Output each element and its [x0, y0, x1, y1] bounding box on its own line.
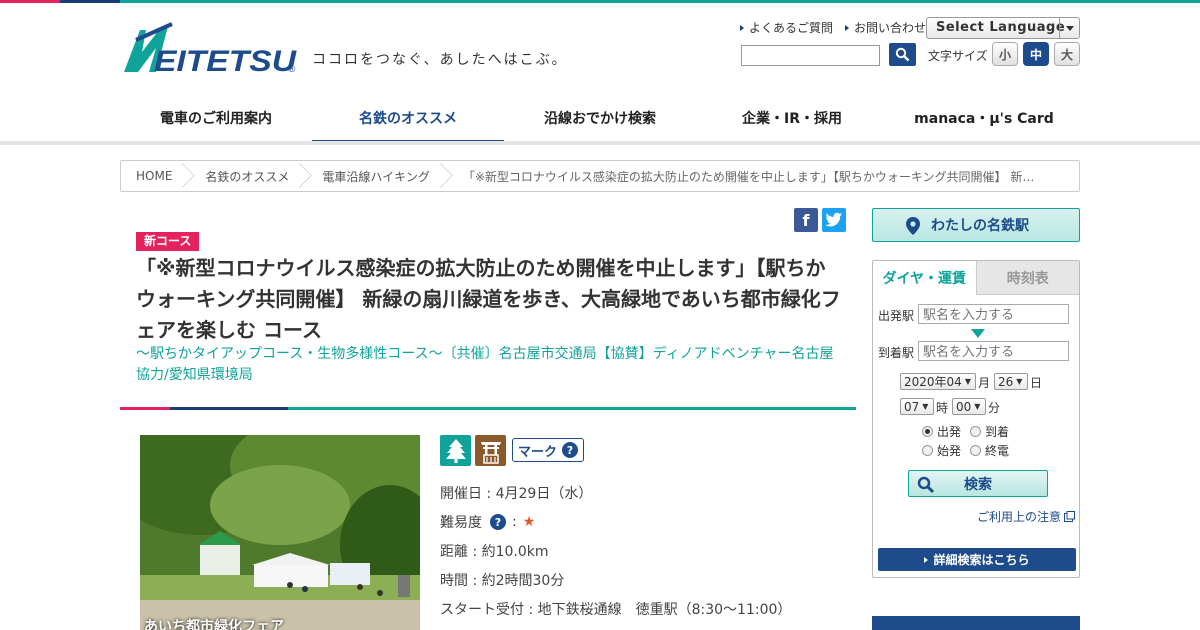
radio-first-train[interactable]: 始発	[922, 442, 961, 459]
mark-help-button[interactable]: マーク?	[512, 438, 584, 462]
gnav-divider	[0, 141, 1200, 145]
route-search-panel: ダイヤ・運賃 時刻表 出発駅 到着駅 2020年04 月 26 日 07 時 0…	[872, 260, 1080, 578]
minute-unit: 分	[988, 401, 1001, 415]
search-icon	[895, 47, 910, 62]
to-label: 到着駅	[878, 346, 915, 360]
twitter-share-icon[interactable]	[822, 208, 846, 232]
route-search-button[interactable]: 検索	[908, 470, 1048, 497]
radio-departure[interactable]: 出発	[922, 423, 961, 440]
from-label: 出発駅	[878, 309, 915, 323]
difficulty-star-icon: ★	[522, 514, 536, 530]
breadcrumb: HOME 名鉄のオススメ 電車沿線ハイキング 「※新型コロナウイルス感染症の拡大…	[120, 160, 1080, 192]
info-date: 開催日 : 4月29日（水）	[440, 486, 593, 502]
arrow-icon	[740, 24, 744, 31]
to-station-input[interactable]	[918, 341, 1069, 361]
fontsize-small-button[interactable]: 小	[992, 42, 1018, 66]
difficulty-help-icon[interactable]: ?	[490, 514, 506, 530]
breadcrumb-hiking[interactable]: 電車沿線ハイキング	[305, 161, 445, 191]
gnav-item-recommend[interactable]: 名鉄のオススメ	[312, 92, 504, 144]
language-select[interactable]: Select Language	[926, 17, 1080, 39]
sidebar-next-box	[872, 616, 1080, 630]
faq-link[interactable]: よくあるご質問	[740, 19, 833, 36]
chevron-down-icon	[1059, 18, 1079, 38]
detail-search-button[interactable]: 詳細検索はこちら	[878, 548, 1076, 571]
course-photo: あいち都市緑化フェア	[140, 435, 420, 630]
gnav-item-corporate[interactable]: 企業・IR・採用	[696, 92, 888, 144]
site-search-input[interactable]	[741, 45, 880, 66]
tree-icon	[440, 435, 471, 466]
gnav-item-train-guide[interactable]: 電車のご利用案内	[120, 92, 312, 144]
fontsize-large-button[interactable]: 大	[1054, 42, 1080, 66]
title-divider	[120, 407, 856, 410]
breadcrumb-current: 「※新型コロナウイルス感染症の拡大防止のため開催を中止します」【駅ちかウォーキン…	[462, 169, 1035, 184]
arrow-down-icon	[971, 329, 985, 338]
hour-select[interactable]: 07	[900, 398, 934, 415]
svg-text:®: ®	[288, 64, 296, 74]
gnav-item-manaca[interactable]: manaca・μ's Card	[888, 92, 1080, 144]
site-search-button[interactable]	[889, 43, 916, 66]
shrine-icon	[475, 435, 506, 466]
radio-arrival[interactable]: 到着	[970, 423, 1009, 440]
photo-caption: あいち都市緑化フェア	[144, 619, 284, 630]
contact-link[interactable]: お問い合わせ	[845, 19, 926, 36]
logo-text: EITETSU	[154, 45, 297, 74]
search-icon	[917, 476, 935, 494]
page-title: 「※新型コロナウイルス感染症の拡大防止のため開催を中止します」【駅ちかウォーキン…	[136, 256, 841, 342]
info-difficulty: 難易度 ? : ★	[440, 514, 536, 531]
day-select[interactable]: 26	[994, 373, 1028, 390]
year-month-select[interactable]: 2020年04	[900, 373, 976, 390]
map-pin-icon	[906, 217, 920, 235]
minute-select[interactable]: 00	[952, 398, 986, 415]
meitetsu-logo[interactable]: EITETSU ®	[122, 22, 302, 74]
breadcrumb-recommend[interactable]: 名鉄のオススメ	[188, 161, 305, 191]
tab-timetable[interactable]: 時刻表	[975, 261, 1079, 295]
breadcrumb-home[interactable]: HOME	[121, 161, 188, 191]
radio-last-train[interactable]: 終電	[970, 442, 1009, 459]
utility-links: よくあるご質問 お問い合わせ	[740, 19, 926, 36]
from-station-input[interactable]	[918, 304, 1069, 324]
day-unit: 日	[1030, 376, 1043, 390]
info-time: 時間 : 約2時間30分	[440, 573, 565, 589]
facebook-share-icon[interactable]: f	[794, 208, 818, 232]
usage-note-link[interactable]: ご利用上の注意	[977, 508, 1075, 525]
external-link-icon	[1064, 511, 1075, 522]
gnav-item-outing-search[interactable]: 沿線おでかけ検索	[504, 92, 696, 144]
global-nav: 電車のご利用案内 名鉄のオススメ 沿線おでかけ検索 企業・IR・採用 manac…	[120, 92, 1080, 144]
hour-unit: 時	[936, 401, 949, 415]
new-course-badge: 新コース	[136, 232, 200, 251]
arrow-icon	[924, 556, 929, 563]
tab-fare[interactable]: ダイヤ・運賃	[873, 261, 976, 295]
page-subtitle: ～駅ちかタイアップコース・生物多様性コース～〔共催〕名古屋市交通局【協賛】ディノ…	[136, 346, 848, 383]
top-accent-bar	[0, 0, 1200, 3]
fontsize-medium-button[interactable]: 中	[1023, 42, 1049, 66]
month-unit: 月	[978, 376, 991, 390]
brand-tagline: ココロをつなぐ、あしたへはこぶ。	[312, 52, 568, 68]
info-start: スタート受付 : 地下鉄桜通線 徳重駅（8:30～11:00）	[440, 602, 792, 618]
my-meitetsu-button[interactable]: わたしの名鉄駅	[872, 208, 1080, 242]
arrow-icon	[845, 24, 850, 31]
info-distance: 距離 : 約10.0km	[440, 544, 549, 560]
fontsize-label: 文字サイズ	[928, 49, 988, 63]
question-icon: ?	[562, 442, 578, 458]
